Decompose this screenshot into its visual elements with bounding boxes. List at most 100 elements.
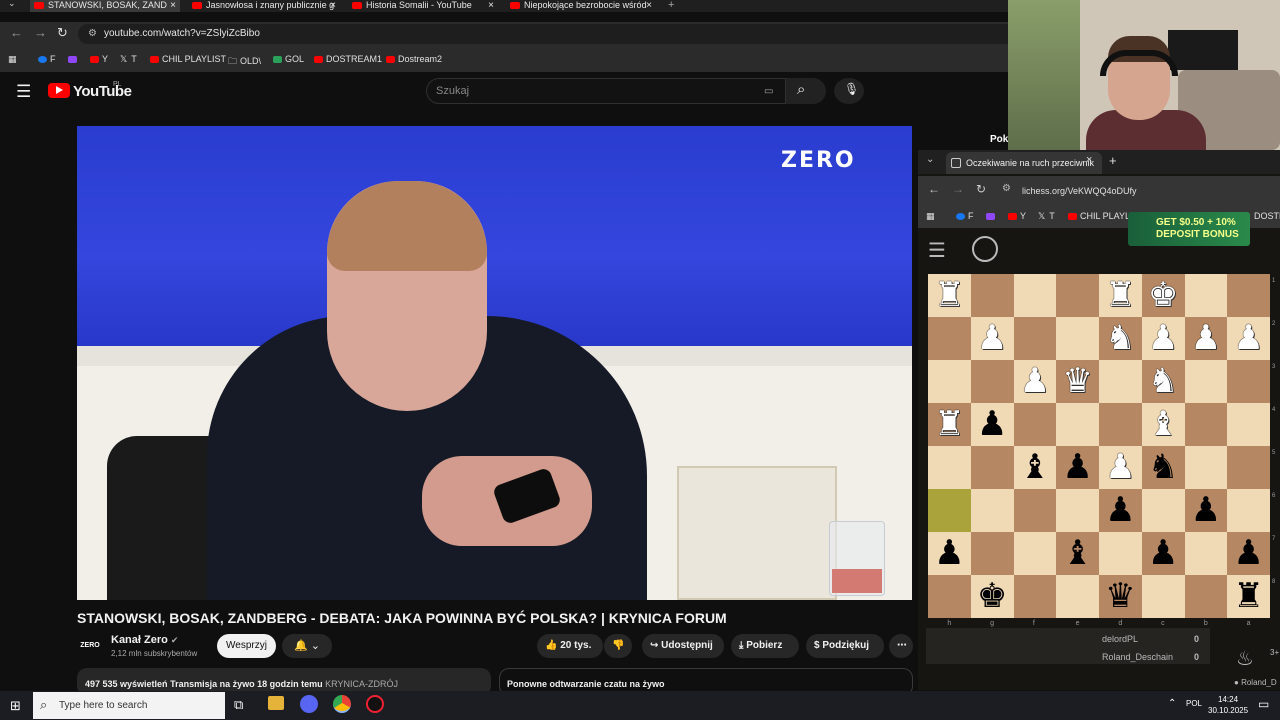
bookmark-gol[interactable]: GOL: [273, 54, 304, 64]
channel-name[interactable]: Kanał Zero ✔: [111, 634, 178, 646]
chess-piece[interactable]: ♛: [1062, 361, 1092, 401]
system-clock[interactable]: 14:24 30.10.2025: [1208, 694, 1248, 716]
board-square[interactable]: [1013, 532, 1057, 575]
chess-piece[interactable]: ♟: [1105, 490, 1135, 530]
chess-piece[interactable]: ♝: [1148, 404, 1178, 444]
lichess-logo-icon[interactable]: [972, 236, 998, 262]
site-info-icon[interactable]: ⚙: [88, 28, 97, 39]
bookmark-f[interactable]: F: [38, 54, 56, 64]
youtube-wordmark[interactable]: YouTube: [73, 83, 132, 100]
board-square[interactable]: [1141, 575, 1185, 618]
board-square[interactable]: [1184, 274, 1228, 317]
chess-piece[interactable]: ♟: [1191, 318, 1221, 358]
forward-icon[interactable]: →: [952, 182, 964, 196]
language-indicator[interactable]: POL: [1186, 699, 1202, 708]
board-square[interactable]: [1099, 403, 1142, 446]
board-square[interactable]: [928, 317, 971, 360]
board-square[interactable]: [1013, 317, 1057, 360]
board-square[interactable]: [970, 446, 1014, 489]
board-square[interactable]: ♜: [928, 274, 971, 317]
discord-icon[interactable]: [300, 695, 318, 713]
board-square[interactable]: [1227, 274, 1270, 317]
lichess-tab[interactable]: Oczekiwanie na ruch przeciwnik: [946, 152, 1102, 174]
board-square[interactable]: ♚: [970, 575, 1014, 618]
close-icon[interactable]: ×: [646, 0, 652, 11]
board-square[interactable]: [1056, 575, 1099, 618]
site-info-icon[interactable]: ⚙: [1002, 183, 1011, 194]
chess-piece[interactable]: ♞: [1105, 318, 1135, 358]
chess-piece[interactable]: ♜: [934, 275, 964, 315]
tab-bezrobocie[interactable]: Niepokojące bezrobocie wśród ×: [506, 0, 656, 12]
board-square[interactable]: ♟: [1099, 489, 1142, 532]
board-square[interactable]: [1099, 360, 1142, 403]
new-tab-icon[interactable]: +: [668, 0, 674, 11]
board-square[interactable]: ♟: [1184, 489, 1228, 532]
youtube-logo-icon[interactable]: [48, 83, 70, 98]
board-square[interactable]: ♛: [1056, 360, 1099, 403]
chess-piece[interactable]: ♜: [1105, 275, 1135, 315]
reload-icon[interactable]: ↻: [976, 182, 986, 196]
board-square[interactable]: ♝: [1141, 403, 1185, 446]
board-square[interactable]: [970, 489, 1014, 532]
board-square[interactable]: ♟: [970, 317, 1014, 360]
board-square[interactable]: [1184, 403, 1228, 446]
board-square[interactable]: ♟: [1099, 446, 1142, 489]
board-square[interactable]: ♟: [1184, 317, 1228, 360]
board-square[interactable]: ♝: [1056, 532, 1099, 575]
dislike-button[interactable]: 👎: [604, 634, 632, 658]
chess-piece[interactable]: ♜: [934, 404, 964, 444]
board-square[interactable]: [1013, 403, 1057, 446]
board-square[interactable]: ♞: [1099, 317, 1142, 360]
share-button[interactable]: ↪ Udostępnij: [642, 634, 724, 658]
board-square[interactable]: [1013, 489, 1057, 532]
player-name[interactable]: delordPL: [1102, 634, 1138, 644]
forward-icon[interactable]: →: [34, 25, 47, 40]
board-square[interactable]: ♟: [1013, 360, 1057, 403]
board-square[interactable]: [1227, 446, 1270, 489]
board-square[interactable]: [1013, 274, 1057, 317]
chess-piece[interactable]: ♟: [977, 404, 1007, 444]
chess-piece[interactable]: ♟: [1020, 361, 1050, 401]
chess-piece[interactable]: ♜: [1233, 576, 1263, 616]
chevron-up-icon[interactable]: ⌃: [1168, 698, 1176, 709]
board-square[interactable]: ♚: [1141, 274, 1185, 317]
reload-icon[interactable]: ↻: [57, 25, 68, 41]
tab-stanowski[interactable]: STANOWSKI, BOSAK, ZAND ×: [30, 0, 180, 12]
tab-historia-somalii[interactable]: Historia Somalii - YouTube ×: [348, 0, 498, 12]
chess-piece[interactable]: ♟: [1105, 447, 1135, 487]
voice-search-button[interactable]: 🎙: [834, 78, 864, 104]
bookmark-twitch[interactable]: [68, 54, 80, 64]
board-square[interactable]: [1227, 489, 1270, 532]
notifications-icon[interactable]: ▭: [1258, 697, 1269, 711]
menu-icon[interactable]: ☰: [928, 238, 946, 263]
bookmark-f[interactable]: F: [956, 211, 974, 221]
board-square[interactable]: ♟: [1227, 532, 1270, 575]
board-square[interactable]: ♝: [1013, 446, 1057, 489]
bookmark-dostream1[interactable]: DOSTREAM1: [314, 54, 382, 64]
apps-icon[interactable]: ▦: [926, 211, 935, 222]
bookmark-old[interactable]: 🗀 OLD\: [228, 54, 261, 70]
thanks-button[interactable]: $ Podziękuj: [806, 634, 884, 658]
board-square[interactable]: ♟: [1141, 317, 1185, 360]
board-square[interactable]: [1013, 575, 1057, 618]
back-icon[interactable]: ←: [10, 25, 23, 40]
bookmark-y[interactable]: Y: [90, 54, 108, 64]
new-tab-icon[interactable]: +: [1109, 153, 1117, 168]
board-square[interactable]: [1056, 317, 1099, 360]
bookmark-twitch[interactable]: [986, 211, 998, 221]
close-icon[interactable]: ×: [488, 0, 494, 11]
board-square[interactable]: [1184, 446, 1228, 489]
apps-icon[interactable]: ▦: [8, 54, 17, 65]
chess-piece[interactable]: ♝: [1062, 533, 1092, 573]
board-square[interactable]: ♟: [928, 532, 971, 575]
chess-piece[interactable]: ♟: [1148, 318, 1178, 358]
board-square[interactable]: ♟: [1227, 317, 1270, 360]
windows-start-icon[interactable]: ⊞: [10, 698, 21, 714]
board-square[interactable]: ♜: [1099, 274, 1142, 317]
bookmark-t[interactable]: 𝕏T: [1038, 211, 1055, 222]
board-square[interactable]: [1227, 403, 1270, 446]
board-square[interactable]: ♟: [1141, 532, 1185, 575]
bookmark-t[interactable]: 𝕏T: [120, 54, 137, 65]
search-button[interactable]: ⌕: [786, 78, 826, 104]
board-square[interactable]: [970, 274, 1014, 317]
